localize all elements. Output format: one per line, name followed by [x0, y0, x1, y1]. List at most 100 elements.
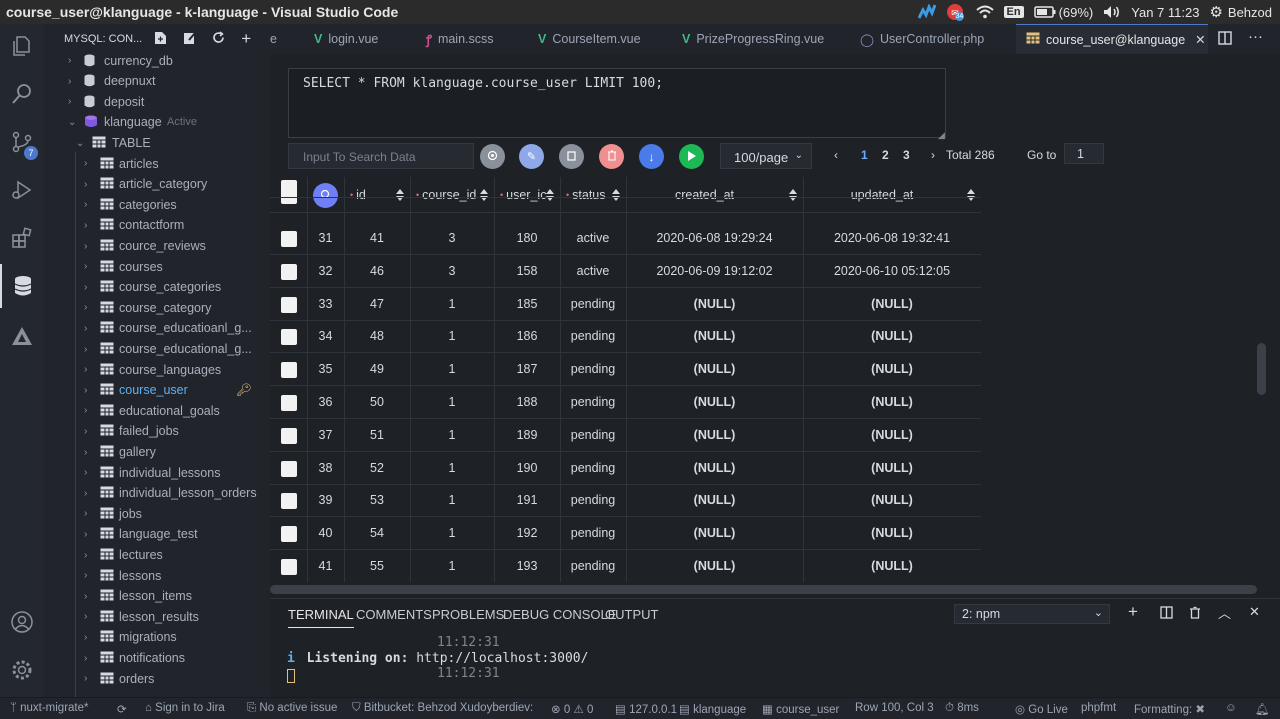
feedback-icon[interactable]: ☺ — [1225, 702, 1237, 714]
chevron-down-icon[interactable]: ⌄ — [68, 117, 76, 128]
volume-icon[interactable] — [1103, 5, 1121, 19]
table-cell[interactable]: 49 — [344, 353, 410, 385]
horizontal-scrollbar[interactable] — [270, 585, 1257, 594]
export-button[interactable]: ↓ — [639, 144, 664, 169]
table-cell[interactable]: 34 — [307, 320, 344, 352]
tab-usercontroller-php[interactable]: ◯ UserController.php — [860, 24, 984, 54]
delete-row-button[interactable] — [599, 144, 624, 169]
chevron-right-icon[interactable]: › — [84, 199, 87, 210]
tree-item-individual-lesson-orders[interactable]: › individual_lesson_orders — [44, 483, 270, 503]
table-cell[interactable]: (NULL) — [626, 452, 803, 484]
tree-item-course-user[interactable]: › course_user 🔑︎ — [44, 380, 270, 400]
table-cell[interactable]: pending — [560, 517, 626, 549]
table-row[interactable]: 35 49 1 187 pending (NULL) (NULL) — [270, 353, 981, 387]
table-cell[interactable]: pending — [560, 419, 626, 451]
wifi-icon[interactable] — [975, 5, 994, 19]
chevron-right-icon[interactable]: › — [84, 179, 87, 190]
new-query-icon[interactable] — [154, 31, 167, 48]
chevron-right-icon[interactable]: › — [84, 405, 87, 416]
tree-item-lessons[interactable]: › lessons — [44, 566, 270, 586]
table-cell[interactable]: 32 — [307, 255, 344, 287]
table-cell[interactable]: active — [560, 222, 626, 254]
vertical-scrollbar[interactable] — [1257, 343, 1266, 395]
table-cell[interactable]: 31 — [307, 222, 344, 254]
table-cell[interactable]: 180 — [494, 222, 560, 254]
table-cell[interactable]: pending — [560, 320, 626, 352]
tree-item-categories[interactable]: › categories — [44, 195, 270, 215]
row-checkbox[interactable] — [281, 526, 297, 543]
user-menu[interactable]: ⚙ Behzod — [1209, 3, 1272, 21]
row-checkbox[interactable] — [281, 395, 297, 411]
chevron-right-icon[interactable]: › — [84, 467, 87, 478]
table-cell[interactable]: (NULL) — [626, 320, 803, 352]
tree-item-course-educatioanl-g-[interactable]: › course_educatioanl_g... — [44, 318, 270, 338]
table-cell[interactable]: pending — [560, 484, 626, 516]
tab-prizeprogressring-vue[interactable]: V PrizeProgressRing.vue — [682, 24, 824, 54]
table-cell[interactable]: 3 — [410, 255, 494, 287]
table-cell[interactable]: 1 — [410, 320, 494, 352]
table-cell[interactable]: 48 — [344, 320, 410, 352]
table-cell[interactable]: (NULL) — [803, 419, 981, 451]
table-cell[interactable]: (NULL) — [626, 386, 803, 418]
tree-item-deposit[interactable]: › deposit — [44, 92, 270, 112]
tab-main-scss[interactable]: ꝭ main.scss — [426, 24, 494, 54]
table-cell[interactable]: 41 — [344, 222, 410, 254]
active-issue[interactable]: ⎘ No active issue — [247, 702, 337, 715]
table-cell[interactable]: 185 — [494, 288, 560, 320]
table-cell[interactable]: 1 — [410, 550, 494, 582]
row-checkbox[interactable] — [281, 263, 297, 280]
table-row[interactable]: 36 50 1 188 pending (NULL) (NULL) — [270, 386, 981, 419]
tree-item-klanguage[interactable]: ⌄ klanguage Active — [44, 112, 270, 132]
page-size-select[interactable]: 100/page ⌄ — [720, 143, 812, 169]
table-cell[interactable]: 36 — [307, 386, 344, 418]
phpfmt-button[interactable]: phpfmt — [1081, 702, 1116, 714]
table-cell[interactable]: 186 — [494, 320, 560, 352]
table-cell[interactable]: (NULL) — [803, 484, 981, 516]
add-connection-icon[interactable]: + — [241, 30, 251, 47]
row-checkbox[interactable] — [281, 559, 297, 575]
tree-item-course-educational-g-[interactable]: › course_educational_g... — [44, 339, 270, 359]
settings-button[interactable] — [480, 144, 505, 169]
new-terminal-icon[interactable]: + — [1128, 602, 1138, 622]
page-1[interactable]: 1 — [861, 148, 868, 162]
tree-item-deepnuxt[interactable]: › deepnuxt — [44, 71, 270, 91]
tree-item-failed-jobs[interactable]: › failed_jobs — [44, 421, 270, 441]
table-cell[interactable]: (NULL) — [626, 419, 803, 451]
table-name[interactable]: ▦ course_user — [762, 702, 839, 716]
table-cell[interactable]: 189 — [494, 419, 560, 451]
table-cell[interactable]: 35 — [307, 353, 344, 385]
table-cell[interactable]: 1 — [410, 484, 494, 516]
tab-comments[interactable]: COMMENTS — [356, 607, 432, 622]
tree-item-article-category[interactable]: › article_category — [44, 174, 270, 194]
cursor-position[interactable]: Row 100, Col 3 — [855, 702, 934, 714]
table-cell[interactable]: 39 — [307, 484, 344, 516]
chevron-right-icon[interactable]: › — [84, 529, 87, 540]
tab-partial[interactable]: e — [270, 24, 290, 54]
table-cell[interactable]: pending — [560, 386, 626, 418]
sync-icon[interactable]: ⟳ — [117, 702, 127, 716]
tree-item-gallery[interactable]: › gallery — [44, 442, 270, 462]
close-icon[interactable]: ✕ — [1195, 32, 1205, 47]
tree-item-table[interactable]: ⌄ TABLE — [44, 133, 270, 153]
app-indicator-icon[interactable] — [917, 4, 936, 20]
table-cell[interactable]: 158 — [494, 255, 560, 287]
clock[interactable]: Yan 7 11:23 — [1131, 5, 1199, 20]
tree-item-notifications[interactable]: › notifications — [44, 648, 270, 668]
terminal-output[interactable]: 11:12:31 i Listening on: http://localhos… — [287, 635, 588, 683]
table-cell[interactable]: 53 — [344, 484, 410, 516]
table-cell[interactable]: 47 — [344, 288, 410, 320]
search-data-input[interactable]: Input To Search Data — [288, 143, 474, 169]
table-cell[interactable]: 2020-06-08 19:29:24 — [626, 222, 803, 254]
row-checkbox[interactable] — [281, 460, 297, 477]
table-cell[interactable]: pending — [560, 452, 626, 484]
table-cell[interactable]: (NULL) — [803, 288, 981, 320]
table-cell[interactable]: (NULL) — [803, 386, 981, 418]
table-cell[interactable]: 1 — [410, 517, 494, 549]
chevron-right-icon[interactable]: › — [84, 261, 87, 272]
tree-item-course-languages[interactable]: › course_languages — [44, 360, 270, 380]
table-cell[interactable]: (NULL) — [803, 452, 981, 484]
tab-terminal[interactable]: TERMINAL — [288, 607, 354, 628]
chevron-right-icon[interactable]: › — [84, 653, 87, 664]
chevron-right-icon[interactable]: › — [84, 550, 87, 561]
tree-item-lesson-items[interactable]: › lesson_items — [44, 586, 270, 606]
